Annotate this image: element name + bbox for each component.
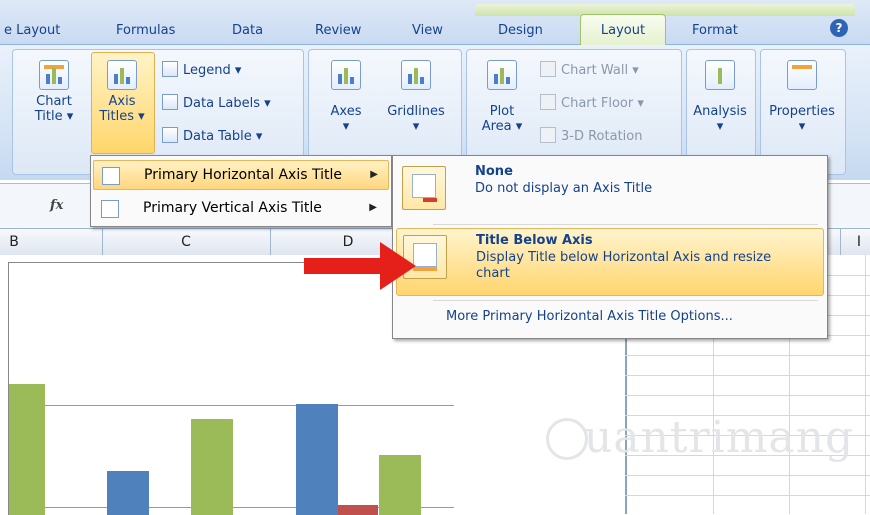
tab-page-layout[interactable]: e Layout — [4, 20, 60, 42]
3d-rotation-label: 3-D Rotation — [561, 129, 643, 144]
chart-title-label-2: Title ▾ — [34, 109, 74, 124]
data-table-icon — [162, 127, 178, 143]
axis-titles-icon — [107, 60, 137, 90]
properties-dropdown-icon: ▾ — [798, 119, 806, 134]
axis-titles-label-1: Axis — [108, 94, 136, 109]
tab-formulas[interactable]: Formulas — [116, 20, 175, 42]
tab-format[interactable]: Format — [692, 20, 738, 42]
column-i-header[interactable]: I — [852, 229, 866, 255]
watermark-logo-icon — [546, 418, 588, 460]
option-title: None — [475, 164, 513, 179]
help-icon[interactable]: ? — [830, 19, 848, 37]
menu-primary-vertical-axis-title[interactable]: Primary Vertical Axis Title ▶ — [93, 194, 387, 222]
chart-wall-label: Chart Wall ▾ — [561, 63, 639, 78]
chart-floor-label: Chart Floor ▾ — [561, 96, 644, 111]
chart-bar-green — [191, 419, 233, 515]
axes-dropdown-icon: ▾ — [342, 119, 350, 134]
legend-button[interactable]: Legend ▾ — [162, 61, 241, 79]
ribbon-tab-bar: e Layout Formulas Data Review View Desig… — [0, 0, 870, 45]
axes-icon — [331, 60, 361, 90]
data-labels-button[interactable]: Data Labels ▾ — [162, 94, 271, 112]
column-divider — [840, 229, 841, 255]
chart-wall-button: Chart Wall ▾ — [540, 61, 639, 79]
plot-area-icon — [487, 60, 517, 90]
option-description: Do not display an Axis Title — [475, 181, 653, 196]
tab-view[interactable]: View — [412, 20, 443, 42]
watermark: uantrimang — [584, 412, 855, 463]
option-title: Title Below Axis — [476, 233, 593, 248]
axes-button[interactable]: Axes ▾ — [320, 60, 372, 134]
legend-label: Legend ▾ — [183, 63, 242, 78]
plot-area-button[interactable]: Plot Area ▾ — [478, 60, 526, 134]
insert-function-icon[interactable]: fx — [50, 198, 63, 213]
option-description: Display Title below Horizontal Axis and … — [476, 250, 772, 281]
option-none[interactable]: None Do not display an Axis Title — [396, 160, 822, 220]
column-b-header[interactable]: B — [4, 229, 24, 255]
chart-floor-button: Chart Floor ▾ — [540, 94, 644, 112]
data-labels-icon — [162, 94, 178, 110]
tab-design[interactable]: Design — [498, 20, 543, 42]
properties-label: Properties — [769, 104, 835, 119]
gridlines-label: Gridlines — [387, 104, 445, 119]
gridlines-icon — [401, 60, 431, 90]
red-arrow-icon — [304, 258, 386, 274]
plot-area-label-2: Area ▾ — [481, 119, 523, 134]
chart-title-label-1: Chart — [36, 94, 72, 109]
column-divider — [270, 229, 271, 255]
submenu-arrow-icon: ▶ — [369, 202, 377, 213]
chart-floor-icon — [540, 94, 556, 110]
analysis-button[interactable]: Analysis ▾ — [688, 60, 752, 134]
horizontal-axis-title-icon — [102, 167, 120, 185]
chart-title-button[interactable]: Chart Title ▾ — [28, 60, 80, 124]
plot-area-label-1: Plot — [489, 104, 515, 119]
gridlines-dropdown-icon: ▾ — [412, 119, 420, 134]
column-d-header[interactable]: D — [338, 229, 358, 255]
data-labels-label: Data Labels ▾ — [183, 96, 271, 111]
axes-label: Axes — [330, 104, 362, 119]
submenu-arrow-icon: ▶ — [370, 169, 378, 180]
chart-bar-green — [379, 455, 421, 515]
tab-review[interactable]: Review — [315, 20, 361, 42]
analysis-label: Analysis — [693, 104, 747, 119]
axis-title-none-icon — [402, 166, 446, 210]
chart-title-icon — [39, 60, 69, 90]
menu-label: Primary Horizontal Axis Title — [144, 167, 342, 183]
chart-wall-icon — [540, 61, 556, 77]
data-table-button[interactable]: Data Table ▾ — [162, 127, 262, 145]
axis-titles-menu: Primary Horizontal Axis Title ▶ Primary … — [90, 155, 392, 227]
red-arrow-head-icon — [380, 242, 416, 290]
analysis-icon — [705, 60, 735, 90]
chart-bar-green — [9, 384, 45, 515]
more-options-label: More Primary Horizontal Axis Title Optio… — [446, 309, 733, 324]
properties-button[interactable]: Properties ▾ — [762, 60, 842, 134]
3d-rotation-icon — [540, 127, 556, 143]
more-axis-title-options[interactable]: More Primary Horizontal Axis Title Optio… — [396, 304, 822, 330]
analysis-dropdown-icon: ▾ — [716, 119, 724, 134]
chart-gridline — [9, 405, 454, 406]
tab-data[interactable]: Data — [232, 20, 263, 42]
column-divider — [102, 229, 103, 255]
menu-primary-horizontal-axis-title[interactable]: Primary Horizontal Axis Title ▶ — [93, 160, 389, 190]
menu-label: Primary Vertical Axis Title — [143, 200, 322, 216]
horizontal-axis-title-menu: None Do not display an Axis Title Title … — [392, 155, 828, 339]
menu-separator — [433, 300, 818, 301]
3d-rotation-button: 3-D Rotation — [540, 127, 642, 145]
chart-tools-context-band — [475, 4, 855, 16]
column-c-header[interactable]: C — [176, 229, 196, 255]
tab-layout[interactable]: Layout — [580, 14, 666, 45]
data-table-label: Data Table ▾ — [183, 129, 263, 144]
chart-bar-blue — [107, 471, 149, 515]
axis-titles-label-2: Titles ▾ — [99, 109, 145, 124]
vertical-axis-title-icon — [101, 200, 119, 218]
chart-bar-blue — [296, 404, 338, 515]
legend-icon — [162, 61, 178, 77]
option-title-below-axis[interactable]: Title Below Axis Display Title below Hor… — [396, 228, 824, 296]
axis-titles-button[interactable]: Axis Titles ▾ — [94, 60, 150, 124]
menu-separator — [433, 224, 818, 225]
properties-icon — [787, 60, 817, 90]
gridlines-button[interactable]: Gridlines ▾ — [378, 60, 454, 134]
